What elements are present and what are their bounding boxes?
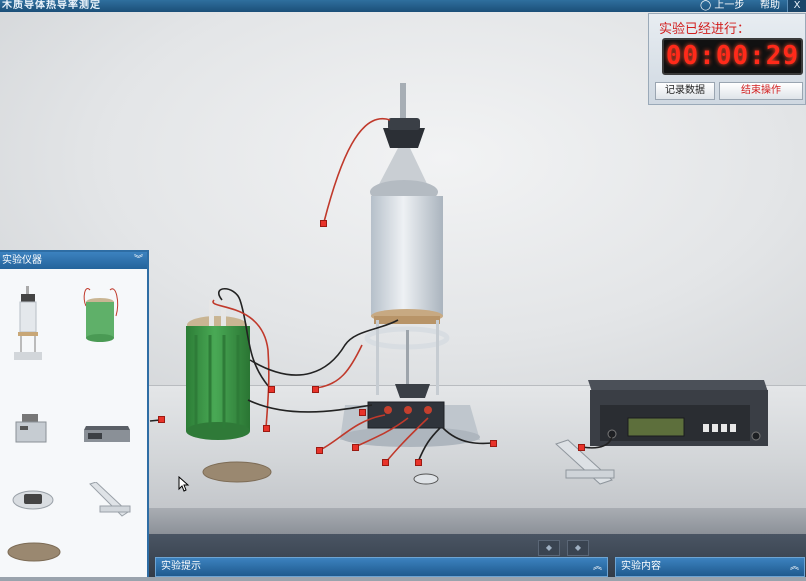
vernier-caliper[interactable] xyxy=(555,439,615,485)
menu-prev-step[interactable]: ◯ 上一步 xyxy=(700,0,744,12)
window-titlebar: 木质导体热导率测定 ◯ 上一步 帮助 X xyxy=(0,0,806,12)
connection-point[interactable] xyxy=(352,444,359,451)
instrument-panel-title: 实验仪器 xyxy=(2,255,42,266)
thermal-conductivity-apparatus-icon[interactable] xyxy=(8,284,48,364)
caliper-icon[interactable] xyxy=(88,482,132,518)
close-button[interactable]: X xyxy=(787,0,806,12)
connection-point[interactable] xyxy=(263,425,270,432)
mouse-cursor-icon xyxy=(178,476,190,492)
end-operation-button[interactable]: 结束操作 xyxy=(719,82,803,100)
connection-point[interactable] xyxy=(359,409,366,416)
digital-meter[interactable] xyxy=(588,380,768,446)
connection-point[interactable] xyxy=(320,220,327,227)
sample-disc[interactable] xyxy=(202,461,272,483)
timer-panel: 实验已经进行： 00:00:29 记录数据 结束操作 xyxy=(648,13,806,105)
sample-disc-icon[interactable] xyxy=(6,540,62,564)
connection-point[interactable] xyxy=(316,447,323,454)
menu-prev-step-label: 上一步 xyxy=(714,0,745,11)
meter-box-icon[interactable] xyxy=(82,422,132,446)
sample-tray-icon[interactable] xyxy=(10,486,56,512)
double-chevron-down-icon[interactable]: ︾ xyxy=(134,252,143,269)
tab-experiment-content[interactable]: 实验内容 ︽ xyxy=(615,557,805,577)
tab-experiment-hints-label: 实验提示 xyxy=(161,561,201,572)
record-data-button[interactable]: 记录数据 xyxy=(655,82,715,100)
connection-point[interactable] xyxy=(268,386,275,393)
circle-icon: ◯ xyxy=(700,0,712,11)
sensor-probe[interactable] xyxy=(413,473,439,485)
thermal-conductivity-apparatus[interactable] xyxy=(340,83,480,447)
connection-point[interactable] xyxy=(415,459,422,466)
connection-point[interactable] xyxy=(382,459,389,466)
connection-point[interactable] xyxy=(158,416,165,423)
timer-display: 00:00:29 xyxy=(662,38,803,75)
green-heater-icon[interactable] xyxy=(80,286,122,342)
timer-label: 实验已经进行： xyxy=(659,22,751,37)
green-heater[interactable] xyxy=(186,300,250,440)
tab-experiment-hints[interactable]: 实验提示 ︽ xyxy=(155,557,608,577)
double-chevron-up-icon[interactable]: ︽ xyxy=(790,558,799,576)
connection-point[interactable] xyxy=(312,386,319,393)
connection-point[interactable] xyxy=(490,440,497,447)
instrument-panel-header: 实验仪器 ︾ xyxy=(0,252,147,269)
connection-point[interactable] xyxy=(578,444,585,451)
instrument-panel: 实验仪器 ︾ xyxy=(0,250,149,581)
double-chevron-up-icon[interactable]: ︽ xyxy=(593,558,602,576)
water-bath-icon[interactable] xyxy=(12,412,52,446)
taskbar-strip xyxy=(0,577,806,581)
tab-experiment-content-label: 实验内容 xyxy=(621,561,661,572)
window-title: 木质导体热导率测定 xyxy=(2,0,101,11)
menu-help[interactable]: 帮助 xyxy=(760,0,780,12)
